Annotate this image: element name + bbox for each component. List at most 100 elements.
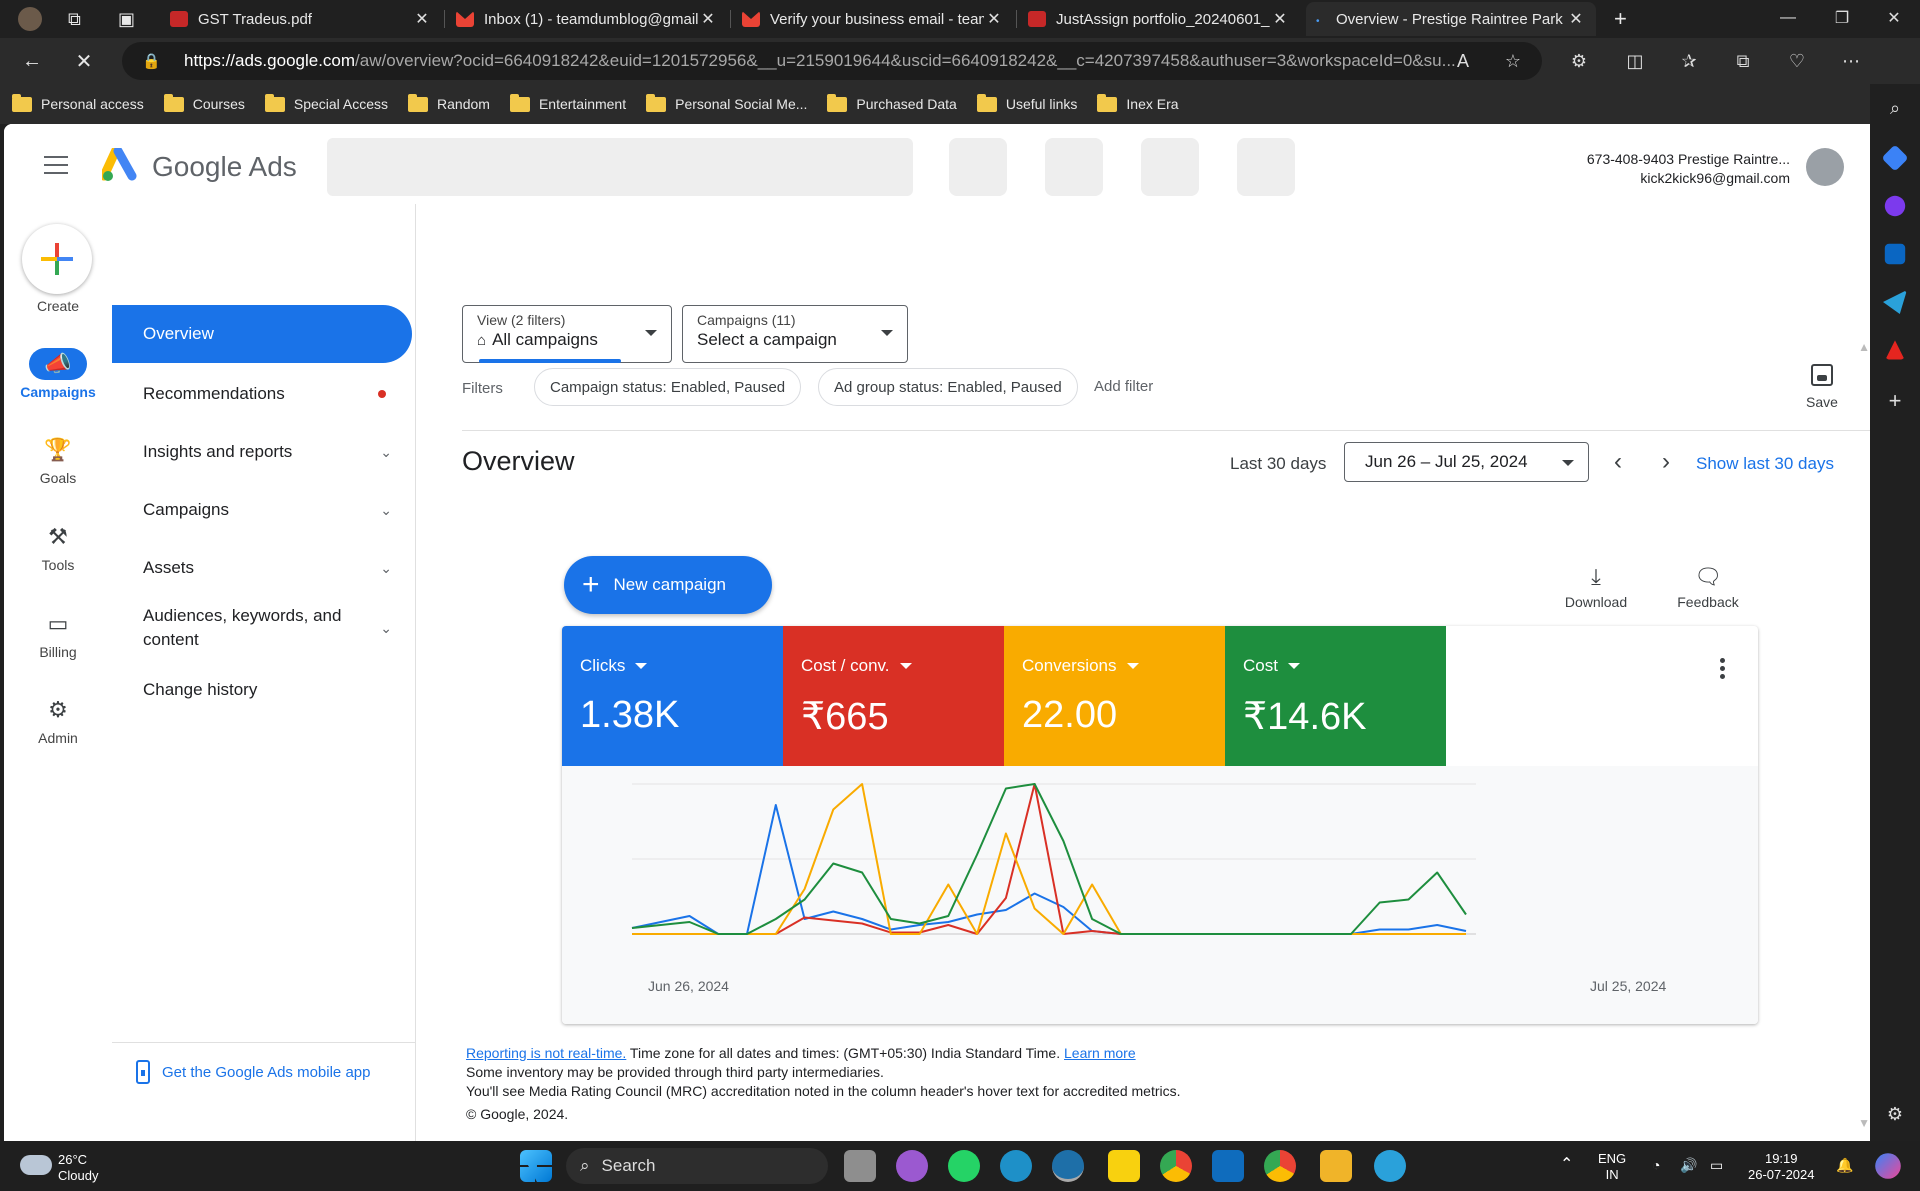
telegram-icon[interactable]	[1374, 1150, 1406, 1182]
search-placeholder[interactable]	[327, 138, 913, 196]
previous-period-icon[interactable]: ‹	[1604, 448, 1632, 476]
close-icon[interactable]: ✕	[1270, 9, 1290, 29]
bookmark-folder[interactable]: Random	[408, 93, 490, 112]
bookmark-folder[interactable]: Personal access	[12, 93, 144, 112]
tab-inbox[interactable]: Inbox (1) - teamdumblog@gmail ✕	[446, 2, 728, 36]
rail-item-campaigns[interactable]: 📣 Campaigns	[4, 348, 112, 400]
whatsapp-icon[interactable]	[948, 1150, 980, 1182]
new-campaign-button[interactable]: + New campaign	[564, 556, 772, 614]
extensions-icon[interactable]: ⚙	[1564, 47, 1594, 75]
clock[interactable]: 19:19 26-07-2024	[1748, 1151, 1815, 1183]
read-aloud-icon[interactable]: A	[1448, 47, 1478, 75]
campaign-status-filter-chip[interactable]: Campaign status: Enabled, Paused	[534, 368, 802, 406]
nav-item-insights-and-reports[interactable]: Insights and reports ⌄	[112, 432, 412, 472]
avatar[interactable]	[1806, 148, 1844, 186]
close-icon[interactable]: ✕	[1566, 9, 1586, 29]
tab-actions-icon[interactable]: ▣	[108, 2, 144, 36]
split-screen-icon[interactable]: ◫	[1620, 47, 1650, 75]
show-last-30-days-link[interactable]: Show last 30 days	[1696, 454, 1834, 474]
bookmark-folder[interactable]: Inex Era	[1097, 93, 1179, 112]
copilot-icon[interactable]	[1875, 1153, 1901, 1179]
language-indicator[interactable]: ENG IN	[1598, 1151, 1626, 1183]
bookmark-folder[interactable]: Useful links	[976, 93, 1077, 112]
app-icon[interactable]	[896, 1150, 928, 1182]
menu-icon[interactable]	[44, 156, 68, 174]
outlook-icon[interactable]	[1212, 1150, 1244, 1182]
reporting-not-realtime-link[interactable]: Reporting is not real-time.	[466, 1045, 626, 1061]
learn-more-link[interactable]: Learn more	[1064, 1045, 1136, 1061]
bookmark-folder[interactable]: Courses	[163, 93, 245, 112]
volume-icon[interactable]: 🔊	[1680, 1157, 1697, 1173]
date-range-dropdown[interactable]: Jun 26 – Jul 25, 2024	[1344, 442, 1589, 482]
nav-item-audiences[interactable]: Audiences, keywords, and content ⌄	[112, 600, 412, 656]
bookmark-folder[interactable]: Purchased Data	[827, 93, 957, 112]
rail-item-tools[interactable]: ⚒ Tools	[4, 521, 112, 573]
favorites-icon[interactable]: ✰	[1674, 47, 1704, 75]
new-tab-button[interactable]: +	[1604, 2, 1640, 36]
edge-active-icon[interactable]	[1052, 1150, 1084, 1182]
rail-item-goals[interactable]: 🏆 Goals	[4, 434, 112, 486]
stop-loading-button[interactable]: ✕	[68, 45, 100, 77]
rail-item-billing[interactable]: ▭ Billing	[4, 608, 112, 660]
shopping-icon[interactable]	[1881, 144, 1909, 172]
edge-icon[interactable]	[1000, 1150, 1032, 1182]
task-view-icon[interactable]	[844, 1150, 876, 1182]
minimize-button[interactable]: —	[1760, 0, 1816, 36]
add-filter-button[interactable]: Add filter	[1094, 378, 1153, 395]
nav-item-assets[interactable]: Assets ⌄	[112, 548, 412, 588]
close-icon[interactable]: ✕	[412, 9, 432, 29]
create-button[interactable]	[22, 224, 92, 294]
collections-icon[interactable]: ⧉	[1728, 47, 1758, 75]
bookmark-folder[interactable]: Entertainment	[509, 93, 626, 112]
nav-item-overview[interactable]: Overview	[112, 305, 412, 363]
account-info[interactable]: 673-408-9403 Prestige Raintre... kick2ki…	[1587, 150, 1790, 188]
header-button-placeholder[interactable]	[1237, 138, 1295, 196]
next-period-icon[interactable]: ›	[1652, 448, 1680, 476]
browser-essentials-icon[interactable]: ♡	[1782, 47, 1812, 75]
bookmark-folder[interactable]: Special Access	[264, 93, 388, 112]
scroll-up-arrow-icon[interactable]: ▲	[1858, 340, 1870, 354]
search-icon[interactable]: ⌕	[1883, 98, 1907, 122]
ad-group-status-filter-chip[interactable]: Ad group status: Enabled, Paused	[818, 368, 1078, 406]
copilot-icon[interactable]	[1884, 195, 1906, 217]
close-icon[interactable]: ✕	[698, 9, 718, 29]
header-button-placeholder[interactable]	[949, 138, 1007, 196]
mobile-app-link[interactable]: Get the Google Ads mobile app	[136, 1060, 370, 1084]
wifi-icon[interactable]: ◔	[1652, 1157, 1660, 1173]
workspaces-icon[interactable]: ⧉	[58, 2, 94, 36]
sticky-notes-icon[interactable]	[1108, 1150, 1140, 1182]
bookmark-folder[interactable]: Personal Social Me...	[646, 93, 807, 112]
campaign-select-dropdown[interactable]: Campaigns (11) Select a campaign	[682, 305, 908, 363]
tab-gst-tradeus[interactable]: GST Tradeus.pdf ✕	[160, 2, 442, 36]
nav-item-campaigns[interactable]: Campaigns ⌄	[112, 490, 412, 530]
header-button-placeholder[interactable]	[1141, 138, 1199, 196]
metric-tile-conversions[interactable]: Conversions 22.00	[1004, 626, 1225, 766]
metric-tile-cost[interactable]: Cost ₹14.6K	[1225, 626, 1446, 766]
taskbar-search[interactable]: ⌕ Search	[566, 1148, 828, 1184]
close-icon[interactable]: ✕	[984, 9, 1004, 29]
more-menu-icon[interactable]: ⋯	[1836, 47, 1866, 75]
tab-verify-email[interactable]: Verify your business email - team ✕	[732, 2, 1014, 36]
nav-item-recommendations[interactable]: Recommendations	[112, 374, 412, 414]
windows-start-icon[interactable]	[520, 1150, 552, 1182]
tab-google-ads-overview[interactable]: • Overview - Prestige Raintree Park ✕	[1306, 2, 1596, 36]
download-button[interactable]: ⤓ Download	[1556, 564, 1636, 610]
acrobat-icon[interactable]	[1885, 340, 1905, 360]
telegram-icon[interactable]	[1883, 290, 1907, 314]
url-bar[interactable]: 🔒 https://ads.google.com/aw/overview?oci…	[122, 42, 1542, 80]
save-button[interactable]: Save	[1806, 364, 1838, 410]
favorite-star-icon[interactable]: ☆	[1498, 47, 1528, 75]
back-button[interactable]: ←	[16, 45, 48, 77]
nav-item-change-history[interactable]: Change history	[112, 670, 412, 710]
scroll-down-arrow-icon[interactable]: ▼	[1858, 1116, 1870, 1130]
lock-icon[interactable]: 🔒	[142, 52, 164, 70]
chrome-profile-icon[interactable]	[1264, 1150, 1296, 1182]
tab-justassign[interactable]: JustAssign portfolio_20240601_2 ✕	[1018, 2, 1300, 36]
metric-tile-cost-per-conv[interactable]: Cost / conv. ₹665	[783, 626, 1004, 766]
feedback-button[interactable]: 🗨 Feedback	[1666, 564, 1750, 610]
close-window-button[interactable]: ✕	[1866, 0, 1920, 36]
sidebar-settings-icon[interactable]: ⚙	[1883, 1104, 1907, 1128]
file-explorer-icon[interactable]	[1320, 1150, 1352, 1182]
restore-button[interactable]: ❐	[1814, 0, 1870, 36]
more-options-icon[interactable]	[1720, 658, 1726, 682]
